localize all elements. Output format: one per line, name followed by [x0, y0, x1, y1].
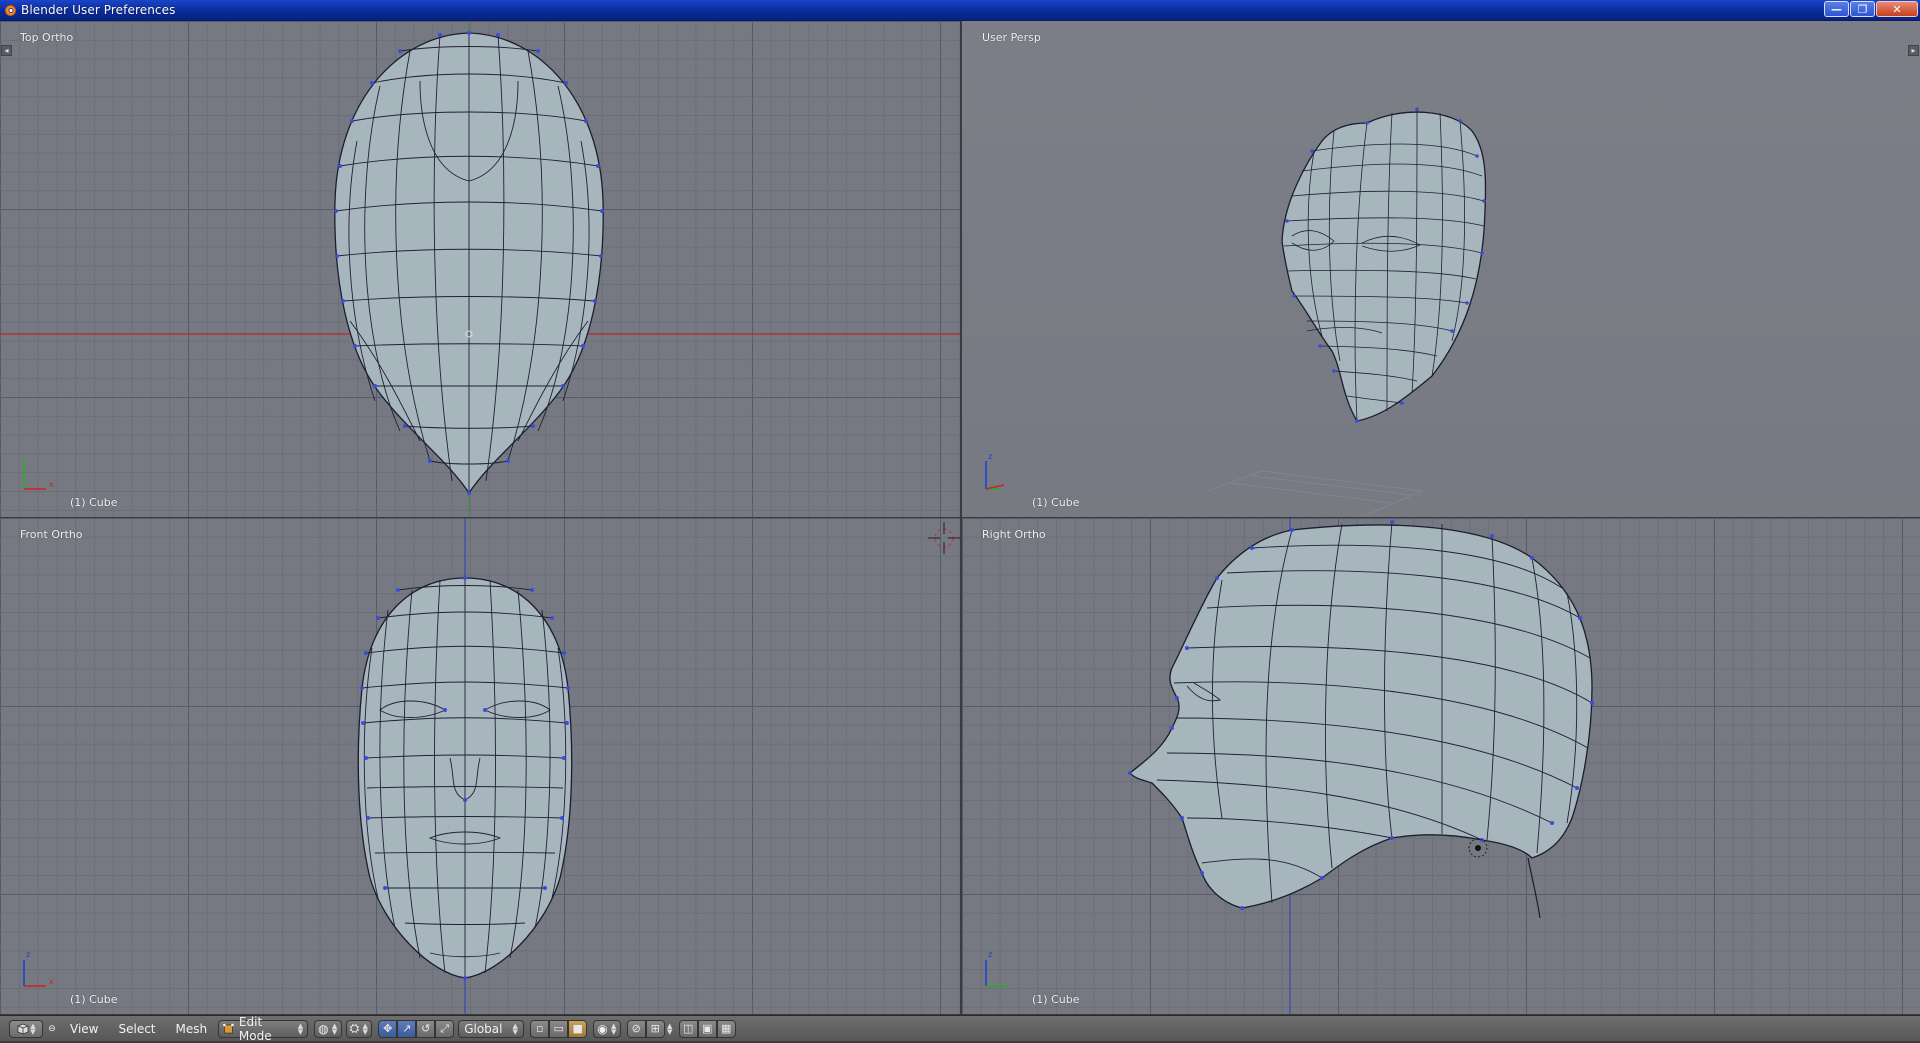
menu-collapse-icon[interactable]: ⊖: [45, 1020, 59, 1038]
manipulator-group: ✥ ↗ ↺ ⤢: [378, 1019, 455, 1038]
expand-left-icon[interactable]: ◂: [1, 45, 12, 56]
updown-icon: ▲ ▼: [362, 1021, 368, 1036]
title-bar: Blender User Preferences — ❐ ✕: [0, 0, 1920, 21]
expand-right-icon[interactable]: ▸: [1908, 45, 1919, 56]
active-object-label: (1) Cube: [1032, 496, 1080, 509]
pivot-point-button[interactable]: ⛭ ▲ ▼: [345, 1019, 373, 1038]
vertex-select-icon: ▫: [535, 1022, 544, 1035]
vertex-select-button[interactable]: ▫: [530, 1019, 550, 1038]
viewport-front-ortho[interactable]: Front Ortho z x (1) Cube: [0, 518, 960, 1014]
mode-selector[interactable]: Edit Mode ▲ ▼: [218, 1015, 309, 1043]
maximize-button[interactable]: ❐: [1850, 1, 1875, 17]
side-view-mesh: [1128, 518, 1594, 1014]
axis-label: x: [49, 977, 54, 986]
snap-grid-icon: ⊞: [650, 1022, 660, 1035]
orientation-label: Global: [464, 1021, 503, 1036]
rotate-manipulator-button[interactable]: ↺: [416, 1019, 436, 1038]
scale-manipulator-button[interactable]: ⤢: [435, 1019, 455, 1038]
axis-label: z: [988, 950, 992, 959]
opengl-render-button[interactable]: ◫: [678, 1019, 698, 1038]
maximize-icon: ❐: [1857, 2, 1868, 16]
opengl-render-animation-button[interactable]: ▣: [697, 1019, 717, 1038]
top-view-mesh: [0, 21, 960, 517]
active-object-label: (1) Cube: [1032, 993, 1080, 1006]
manipulator-toggle-button[interactable]: ✥: [378, 1019, 398, 1038]
edge-select-button[interactable]: ▭: [549, 1019, 569, 1038]
3d-view-icon: [17, 1023, 29, 1034]
edge-select-icon: ▭: [553, 1022, 564, 1035]
translate-manipulator-button[interactable]: ↗: [397, 1019, 417, 1038]
axis-label: z: [988, 452, 992, 461]
viewport-label: User Persp: [982, 31, 1041, 44]
3d-cursor-icon: [928, 522, 960, 554]
updown-icon: ▲ ▼: [512, 1021, 518, 1036]
transform-orientation-select[interactable]: Global ▲ ▼: [458, 1019, 525, 1038]
active-object-label: (1) Cube: [70, 496, 118, 509]
proportional-edit-icon: ◉: [597, 1021, 608, 1036]
render-group: ◫ ▣ ▦: [678, 1019, 736, 1038]
minimize-button[interactable]: —: [1824, 1, 1849, 17]
film-icon: ▦: [720, 1022, 732, 1035]
viewport-user-persp[interactable]: ▸ User Persp z (1) Cube: [962, 21, 1920, 517]
persp-view-mesh: [1206, 107, 1487, 517]
viewport-label: Top Ortho: [20, 31, 74, 44]
axis-label: x: [49, 480, 54, 489]
updown-icon: ▲ ▼: [297, 1021, 304, 1036]
menu-mesh[interactable]: Mesh: [167, 1020, 217, 1038]
3d-view-header: ▲ ▼ ⊖ View Select Mesh Edit Mode ▲ ▼ ◍ ▲ ▼ …: [0, 1015, 1920, 1043]
face-select-button[interactable]: ■: [568, 1019, 588, 1038]
editor-type-button[interactable]: ▲ ▼: [9, 1019, 43, 1038]
blender-logo-icon: [5, 4, 16, 16]
axis-label: z: [26, 950, 30, 959]
viewport-top-ortho[interactable]: ◂ Top Ortho x (1) Cube: [0, 21, 960, 517]
close-button[interactable]: ✕: [1876, 1, 1918, 17]
render-icon: ◫: [682, 1022, 694, 1035]
minimize-icon: —: [1831, 2, 1842, 16]
magnet-icon: ⊘: [631, 1022, 641, 1035]
snap-group: ⊘ ⊞: [626, 1019, 665, 1038]
window-title: Blender User Preferences: [21, 3, 176, 17]
viewport-label: Right Ortho: [982, 528, 1046, 541]
updown-icon: ▲ ▼: [666, 1021, 673, 1036]
updown-icon: ▲ ▼: [610, 1021, 617, 1036]
rotate-icon: ↺: [421, 1022, 431, 1035]
front-view-mesh: [357, 518, 960, 1014]
pivot-icon: ⛭: [349, 1021, 360, 1035]
snap-element-button[interactable]: ⊞: [645, 1019, 665, 1038]
window-controls: — ❐ ✕: [1824, 1, 1918, 17]
menu-select[interactable]: Select: [109, 1020, 164, 1038]
menu-view[interactable]: View: [61, 1020, 107, 1038]
arrow-icon: ↗: [402, 1022, 412, 1035]
viewport-label: Front Ortho: [20, 528, 83, 541]
camera-icon: ▣: [701, 1022, 713, 1035]
edit-mode-icon: [223, 1023, 234, 1033]
axis-gizmo-icon: z: [985, 452, 1005, 490]
empty-object-icon: [1468, 838, 1488, 858]
axis-gizmo-icon: x: [23, 459, 54, 490]
mode-label: Edit Mode: [238, 1014, 272, 1043]
manipulator-icon: ✥: [383, 1022, 393, 1035]
axis-gizmo-icon: z x: [23, 950, 54, 987]
close-icon: ✕: [1892, 2, 1902, 16]
viewport-right-ortho[interactable]: Right Ortho z (1) Cube: [962, 518, 1920, 1014]
face-select-icon: ■: [572, 1022, 583, 1035]
updown-icon: ▲ ▼: [331, 1021, 338, 1036]
proportional-edit-button[interactable]: ◉ ▲ ▼: [593, 1019, 621, 1038]
snap-toggle-button[interactable]: ⊘: [626, 1019, 646, 1038]
scale-icon: ⤢: [440, 1021, 450, 1035]
updown-icon: ▲ ▼: [30, 1021, 36, 1036]
active-object-label: (1) Cube: [70, 993, 118, 1006]
sphere-shading-icon: ◍: [318, 1021, 329, 1036]
select-mode-group: ▫ ▭ ■: [530, 1019, 588, 1038]
axis-gizmo-icon: z: [985, 950, 1008, 987]
viewport-shading-button[interactable]: ◍ ▲ ▼: [314, 1019, 342, 1038]
render-animation-button[interactable]: ▦: [716, 1019, 736, 1038]
